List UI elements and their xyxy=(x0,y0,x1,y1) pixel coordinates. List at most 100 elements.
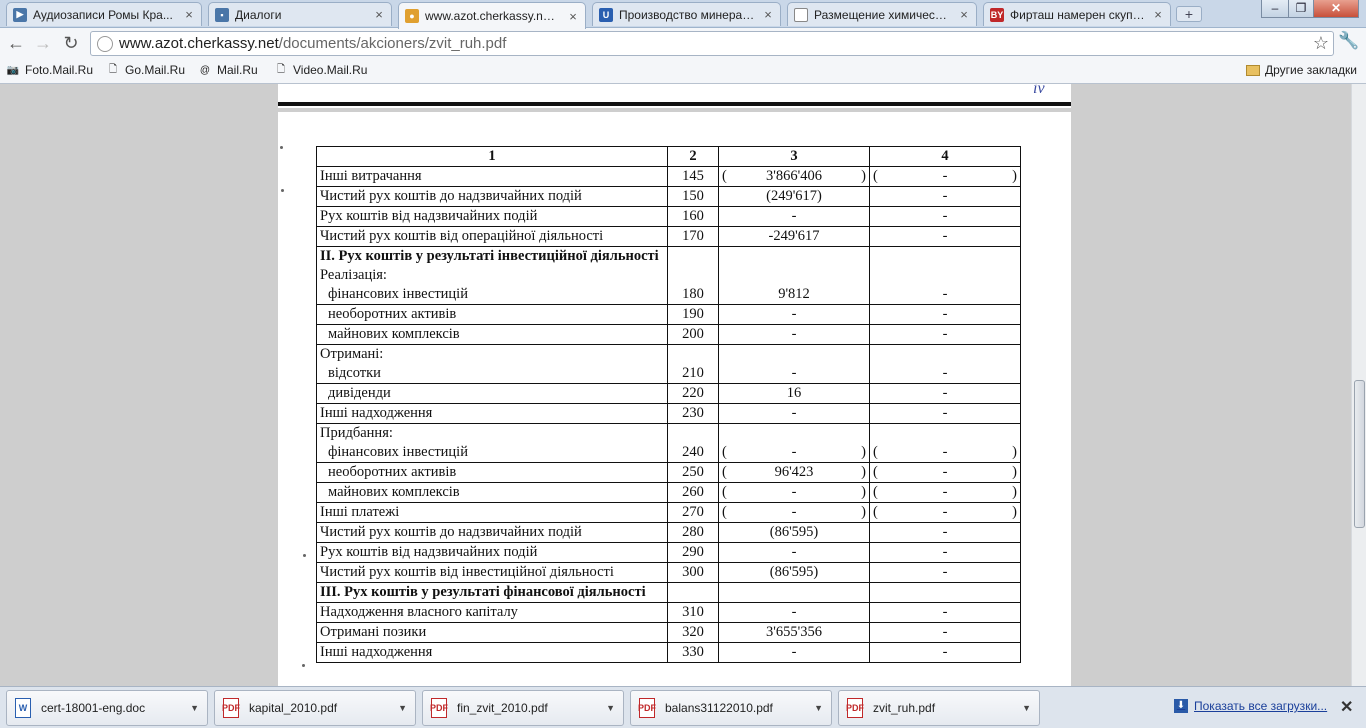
back-arrow-icon[interactable]: ← xyxy=(5,32,27,54)
row-label-cell: необоротних активів xyxy=(316,462,668,483)
value-current-period: - xyxy=(718,642,870,663)
value-previous-period: - xyxy=(869,226,1021,247)
bookmark-label: Video.Mail.Ru xyxy=(293,63,368,77)
tab-title: Аудиозаписи Ромы Кра... xyxy=(33,7,173,22)
vertical-scrollbar[interactable] xyxy=(1351,84,1366,686)
value-previous-period: - xyxy=(869,186,1021,207)
show-all-downloads-link[interactable]: ⬇ Показать все загрузки... xyxy=(1174,699,1327,713)
tab-6[interactable]: BY Фирташ намерен скупи... × xyxy=(983,2,1171,26)
dropdown-arrow-icon[interactable]: ▼ xyxy=(190,703,199,713)
row-code: 270 xyxy=(667,502,719,523)
cell-value: - xyxy=(942,208,948,224)
cell-value: (86'595) xyxy=(769,564,819,580)
tab-close-icon[interactable]: × xyxy=(373,7,385,22)
dropdown-arrow-icon[interactable]: ▼ xyxy=(1022,703,1031,713)
row-label-cell: Чистий рух коштів від інвестиційної діял… xyxy=(316,562,668,583)
row-code: 250 xyxy=(667,462,719,483)
cell-value: - xyxy=(942,306,948,322)
tab-title: www.azot.cherkassy.net/... xyxy=(425,9,561,23)
row-label: Чистий рух коштів до надзвичайних подій xyxy=(320,524,582,540)
row-label-cell: Чистий рух коштів до надзвичайних подій xyxy=(316,522,668,543)
download-item[interactable]: Wcert-18001-eng.doc ▼ xyxy=(6,690,208,726)
minimize-icon[interactable]: – xyxy=(1261,0,1289,18)
tab-2[interactable]: ▪ Диалоги × xyxy=(208,2,392,26)
row-code: 145 xyxy=(667,166,719,187)
download-filename: balans31122010.pdf xyxy=(665,701,773,715)
scan-speck xyxy=(302,664,305,667)
pdf-file-icon: PDF xyxy=(638,698,656,718)
column-header: 2 xyxy=(667,146,719,167)
value-current-period: - xyxy=(718,206,870,227)
value-current-period: (86'595) xyxy=(718,522,870,543)
window-close-icon[interactable]: ✕ xyxy=(1313,0,1359,18)
value-previous-period: - xyxy=(869,562,1021,583)
cell-value: 9'812 xyxy=(778,286,810,302)
tab-close-icon[interactable]: × xyxy=(762,7,774,22)
tab-close-icon[interactable]: × xyxy=(567,9,579,24)
cell-value: - xyxy=(942,564,948,580)
download-item[interactable]: PDF zvit_ruh.pdf ▼ xyxy=(838,690,1040,726)
address-bar[interactable]: www.azot.cherkassy.net/documents/akcione… xyxy=(90,31,1334,56)
row-code: 210 xyxy=(667,344,719,384)
close-downloads-icon[interactable]: ✕ xyxy=(1340,697,1353,717)
forward-arrow-icon[interactable]: → xyxy=(32,32,54,54)
bookmark-item[interactable]: 🗋 Video.Mail.Ru xyxy=(274,63,368,77)
dropdown-arrow-icon[interactable]: ▼ xyxy=(814,703,823,713)
reload-icon[interactable]: ↻ xyxy=(60,32,82,54)
tab-1[interactable]: ▶ Аудиозаписи Ромы Кра... × xyxy=(6,2,202,26)
value-previous-period: (-) xyxy=(869,462,1021,483)
tab-close-icon[interactable]: × xyxy=(958,7,970,22)
row-code: 150 xyxy=(667,186,719,207)
dropdown-arrow-icon[interactable]: ▼ xyxy=(606,703,615,713)
pdf-file-icon: PDF xyxy=(430,698,448,718)
dropdown-arrow-icon[interactable]: ▼ xyxy=(398,703,407,713)
empty-cell xyxy=(869,582,1021,603)
tab-4[interactable]: U Производство минерал... × xyxy=(592,2,781,26)
value-previous-period: - xyxy=(869,522,1021,543)
wrench-menu-icon[interactable]: 🔧 xyxy=(1338,31,1359,51)
value-current-period: - xyxy=(718,304,870,325)
table-row: необоротних активів 250(96'423) (-) xyxy=(316,462,1021,483)
other-bookmarks[interactable]: Другие закладки xyxy=(1246,63,1357,77)
value-current-period: (-) xyxy=(718,482,870,503)
tab-3[interactable]: ● www.azot.cherkassy.net/... × xyxy=(398,2,586,29)
row-label: майнових комплексів xyxy=(328,484,460,500)
table-row: Інші надходження 330 - - xyxy=(316,642,1021,663)
tab-5[interactable]: Размещение химическо... × xyxy=(787,2,977,26)
tab-title: Производство минерал... xyxy=(619,7,756,22)
cell-value: - xyxy=(791,644,797,660)
value-current-period: - xyxy=(718,602,870,623)
value-previous-period: (-) xyxy=(869,502,1021,523)
maximize-icon[interactable]: ❐ xyxy=(1288,0,1314,18)
table-row: майнових комплексів 200 - - xyxy=(316,324,1021,345)
value-previous-period: (-) xyxy=(869,166,1021,187)
row-label: Отримані позики xyxy=(320,624,427,640)
tab-close-icon[interactable]: × xyxy=(1152,7,1164,22)
url-text[interactable]: www.azot.cherkassy.net/documents/akcione… xyxy=(119,35,506,52)
bookmark-star-icon[interactable]: ☆ xyxy=(1313,33,1329,54)
download-item[interactable]: PDF fin_zvit_2010.pdf ▼ xyxy=(422,690,624,726)
row-code: 220 xyxy=(667,383,719,404)
scan-speck xyxy=(303,554,306,557)
title-bar: ▶ Аудиозаписи Ромы Кра... × ▪ Диалоги × ● www.a… xyxy=(0,0,1366,29)
downloads-shelf: Wcert-18001-eng.doc ▼ PDF kapital_2010.pdf ▼… xyxy=(0,686,1366,728)
bookmark-item[interactable]: @ Mail.Ru xyxy=(198,63,258,77)
tab-close-icon[interactable]: × xyxy=(183,7,195,22)
table-row: Інші надходження 230 - - xyxy=(316,403,1021,424)
table-row: Чистий рух коштів від інвестиційної діял… xyxy=(316,562,1021,583)
row-label-cell: Отримані позики xyxy=(316,622,668,643)
table-row: Чистий рух коштів від операційної діяльн… xyxy=(316,226,1021,247)
scrollbar-thumb[interactable] xyxy=(1354,380,1365,528)
chrome-page-icon: ● xyxy=(405,9,419,23)
bookmark-item[interactable]: 📷 Foto.Mail.Ru xyxy=(6,63,93,77)
pdf-file-icon: PDF xyxy=(222,698,240,718)
value-previous-period: - xyxy=(869,304,1021,325)
download-item[interactable]: PDF kapital_2010.pdf ▼ xyxy=(214,690,416,726)
page-info-icon[interactable] xyxy=(97,35,113,52)
row-label: необоротних активів xyxy=(328,464,457,480)
table-row: Отримані: відсотки 210 - - xyxy=(316,344,1021,384)
bookmark-item[interactable]: 🗋 Go.Mail.Ru xyxy=(106,63,185,77)
pdf-viewer[interactable]: iv 1 2 3 4 Інші витрачання 145(3'866'406)(-) Ч… xyxy=(0,84,1351,686)
new-tab-button[interactable]: + xyxy=(1176,6,1202,22)
download-item[interactable]: PDF balans31122010.pdf ▼ xyxy=(630,690,832,726)
